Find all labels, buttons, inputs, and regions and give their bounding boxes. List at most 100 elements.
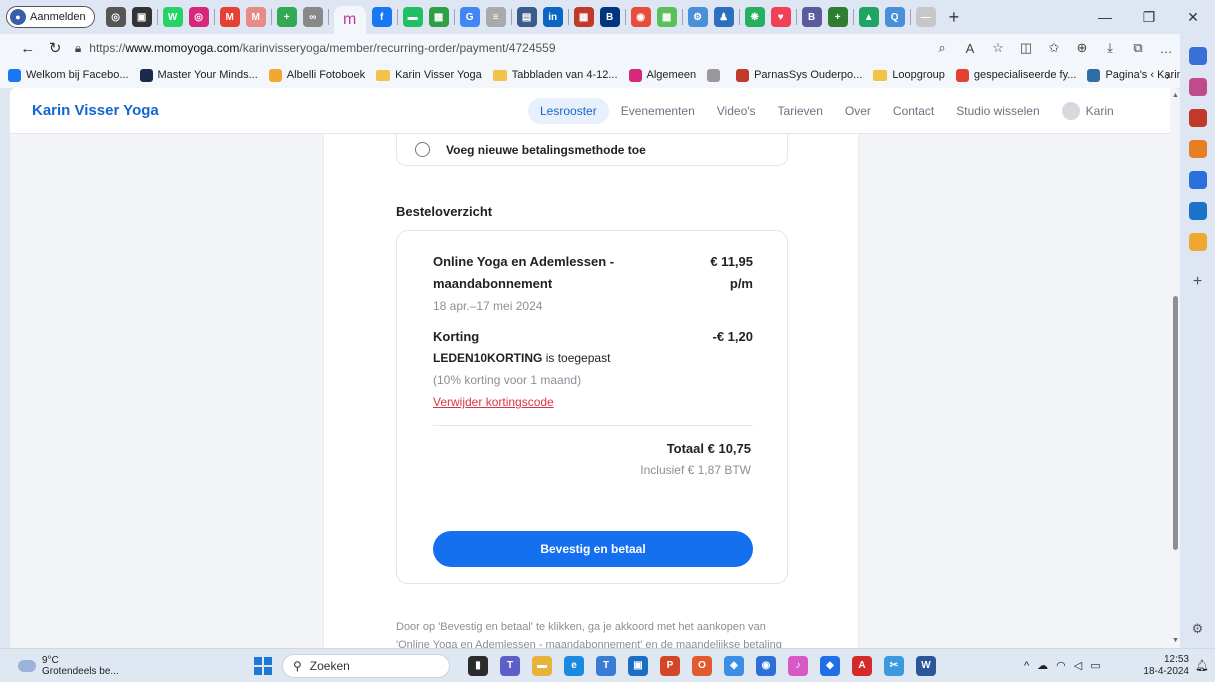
- minimize-icon[interactable]: —: [1083, 9, 1127, 25]
- add-sidebar-app-icon[interactable]: +: [1189, 273, 1207, 291]
- taskbar-search[interactable]: ⚲ Zoeken: [282, 653, 450, 678]
- office-icon[interactable]: O: [692, 655, 712, 676]
- favorite-item[interactable]: Master Your Minds...: [139, 68, 258, 82]
- favorite-item[interactable]: gespecialiseerde fy...: [955, 68, 1076, 82]
- app-icon-blue[interactable]: ◉: [756, 655, 776, 676]
- favorites-overflow-icon[interactable]: ›: [1166, 68, 1170, 83]
- new-tab-button[interactable]: +: [949, 7, 960, 28]
- tab-icon-grey[interactable]: —: [915, 7, 936, 27]
- scroll-down-icon[interactable]: ▼: [1172, 637, 1179, 644]
- favorite-item[interactable]: Tabbladen van 4-12...: [492, 69, 618, 81]
- tab-icon[interactable]: ≡: [485, 7, 506, 27]
- read-aloud-icon[interactable]: A: [956, 41, 984, 56]
- notes-icon[interactable]: ▦: [656, 7, 677, 27]
- nav-contact[interactable]: Contact: [893, 104, 934, 118]
- weather-widget[interactable]: 9°C Grotendeels be...: [18, 655, 119, 677]
- people-icon[interactable]: ♟: [713, 7, 734, 27]
- acrobat-icon[interactable]: A: [852, 655, 872, 676]
- copilot-icon[interactable]: [1188, 47, 1207, 65]
- dropbox-icon[interactable]: ◆: [820, 655, 840, 676]
- favorite-item[interactable]: Albelli Fotoboek: [268, 68, 365, 82]
- plus-icon[interactable]: +: [827, 7, 848, 27]
- favorite-item[interactable]: [707, 68, 725, 82]
- linkedin-icon[interactable]: in: [542, 7, 563, 27]
- user-menu[interactable]: Karin: [1061, 101, 1114, 120]
- page-scrollbar[interactable]: ▲ ▼: [1170, 88, 1180, 648]
- favorite-icon[interactable]: ☆: [984, 40, 1012, 56]
- toolbox-icon[interactable]: [1188, 109, 1207, 127]
- notification-icon[interactable]: 🔔︎: [1195, 659, 1209, 672]
- restore-icon[interactable]: ❐: [1127, 9, 1171, 26]
- itunes-icon[interactable]: ♪: [788, 655, 808, 676]
- snipping-icon[interactable]: ✂: [884, 655, 904, 676]
- onedrive-icon[interactable]: ☁: [1037, 659, 1048, 672]
- teams-chat-icon[interactable]: T: [596, 655, 616, 676]
- wifi-icon[interactable]: ◠: [1056, 659, 1066, 672]
- chevron-up-icon[interactable]: ^: [1024, 660, 1029, 672]
- gear-icon[interactable]: ⚙: [1189, 620, 1207, 638]
- outlook-icon[interactable]: [1188, 202, 1207, 220]
- tab-actions-icon[interactable]: ▣: [131, 7, 152, 27]
- word-icon[interactable]: W: [916, 655, 936, 676]
- booking-icon[interactable]: B: [599, 7, 620, 27]
- collections-icon[interactable]: ◎: [105, 7, 126, 27]
- collections-icon[interactable]: ⊕: [1068, 40, 1096, 56]
- add-payment-method-option[interactable]: Voeg nieuwe betalingsmethode toe: [396, 134, 788, 166]
- people-icon[interactable]: [1188, 140, 1207, 158]
- scrollbar-thumb[interactable]: [1173, 296, 1178, 550]
- favorite-item[interactable]: Welkom bij Facebo...: [8, 68, 129, 82]
- remove-discount-link[interactable]: Verwijder kortingscode: [433, 395, 554, 409]
- chat-icon[interactable]: ▬: [402, 7, 423, 27]
- confirm-and-pay-button[interactable]: Bevestig en betaal: [433, 531, 753, 567]
- app-icon[interactable]: ∞: [302, 7, 323, 27]
- zoom-icon[interactable]: ⌕: [928, 40, 956, 56]
- instagram-icon[interactable]: ◎: [188, 7, 209, 27]
- close-icon[interactable]: ✕: [1171, 9, 1215, 26]
- momoyoga-active-tab[interactable]: m: [333, 6, 366, 34]
- app-icon-red[interactable]: ◉: [630, 7, 651, 27]
- drive-icon[interactable]: ▲: [858, 7, 879, 27]
- shopping-icon[interactable]: [1188, 78, 1207, 96]
- store-icon[interactable]: ▣: [628, 655, 648, 676]
- games-icon[interactable]: [1188, 171, 1207, 189]
- favorite-item[interactable]: ParnasSys Ouderpo...: [736, 68, 862, 82]
- nav-studio-wisselen[interactable]: Studio wisselen: [956, 104, 1039, 118]
- favorite-item[interactable]: Loopgroup: [873, 69, 945, 81]
- search-tab-icon[interactable]: Q: [884, 7, 905, 27]
- photos-icon[interactable]: ◈: [724, 655, 744, 676]
- scroll-up-icon[interactable]: ▲: [1172, 92, 1179, 99]
- reload-button[interactable]: ↻: [41, 39, 68, 57]
- nav-videos[interactable]: Video's: [717, 104, 756, 118]
- powerpoint-icon[interactable]: P: [660, 655, 680, 676]
- file-icon[interactable]: ▮: [468, 655, 488, 676]
- start-button[interactable]: [254, 656, 272, 675]
- split-screen-icon[interactable]: ◫: [1012, 40, 1040, 56]
- docs-icon[interactable]: ▤: [516, 7, 537, 27]
- downloads-icon[interactable]: ⤓: [1096, 40, 1124, 56]
- favorite-item[interactable]: Algemeen: [628, 68, 696, 82]
- profile-button[interactable]: ● Aanmelden: [6, 6, 95, 28]
- battery-icon[interactable]: ▭: [1090, 659, 1100, 672]
- leaf-icon[interactable]: ❋: [744, 7, 765, 27]
- url-field[interactable]: 🔒︎ https://www.momoyoga.com/karinvissery…: [75, 36, 928, 60]
- edge-icon[interactable]: e: [564, 655, 584, 676]
- explorer-icon[interactable]: ▬: [532, 655, 552, 676]
- whatsapp-icon[interactable]: W: [162, 7, 183, 27]
- site-brand[interactable]: Karin Visser Yoga: [32, 102, 159, 119]
- nav-over[interactable]: Over: [845, 104, 871, 118]
- favorites-icon[interactable]: ✩: [1040, 40, 1068, 56]
- nav-tarieven[interactable]: Tarieven: [778, 104, 823, 118]
- settings-icon[interactable]: ⚙: [687, 7, 708, 27]
- grid-icon[interactable]: ▦: [573, 7, 594, 27]
- nav-evenementen[interactable]: Evenementen: [621, 104, 695, 118]
- pocket-icon[interactable]: ♥: [770, 7, 791, 27]
- back-button[interactable]: ←: [14, 40, 41, 57]
- google-icon[interactable]: G: [459, 7, 480, 27]
- b-icon[interactable]: B: [801, 7, 822, 27]
- favorite-item[interactable]: Karin Visser Yoga: [376, 69, 482, 81]
- lock-icon[interactable]: 🔒︎: [75, 41, 81, 56]
- nav-lesrooster[interactable]: Lesrooster: [528, 97, 609, 124]
- office-icon[interactable]: [1188, 233, 1207, 251]
- clock[interactable]: 12:53 18-4-2024: [1143, 654, 1189, 678]
- more-icon[interactable]: …: [1152, 41, 1180, 56]
